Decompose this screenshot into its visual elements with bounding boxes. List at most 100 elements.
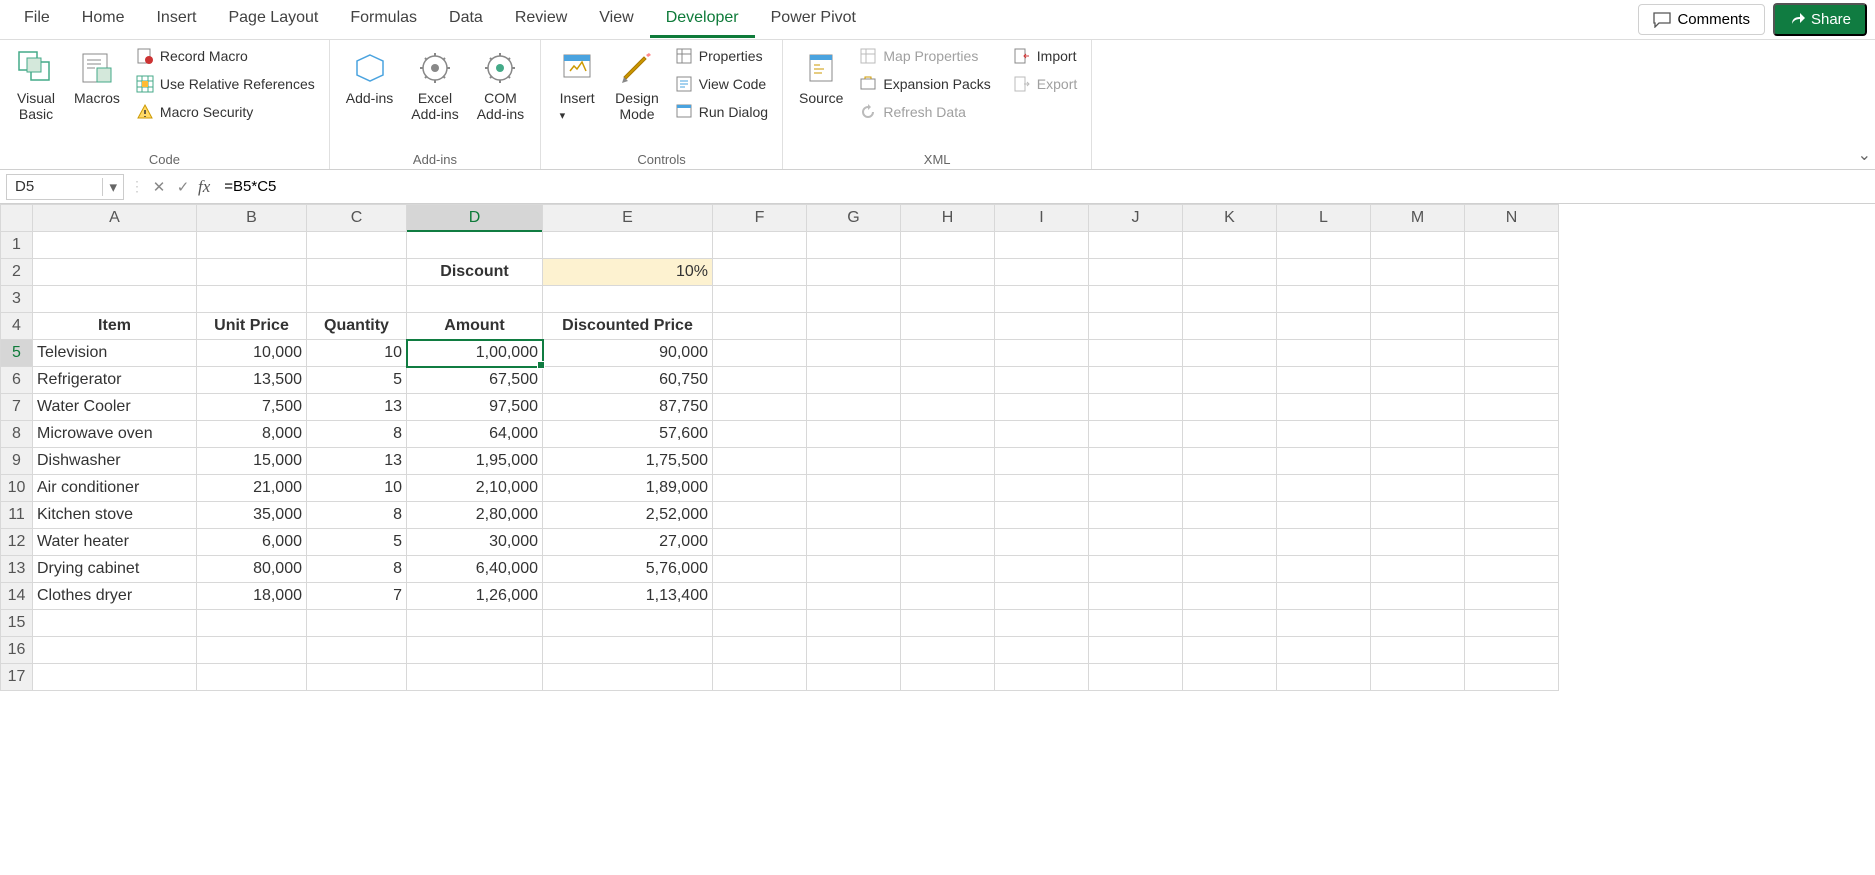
cell-K[interactable] <box>1183 664 1277 691</box>
cell-G4[interactable] <box>807 313 901 340</box>
cell-A[interactable] <box>33 232 197 259</box>
cell-L[interactable] <box>1277 664 1371 691</box>
cell-amount[interactable]: 2,80,000 <box>407 502 543 529</box>
cell-item[interactable]: Drying cabinet <box>33 556 197 583</box>
col-header-G[interactable]: G <box>807 205 901 232</box>
row-header-8[interactable]: 8 <box>1 421 33 448</box>
col-header-E[interactable]: E <box>543 205 713 232</box>
cell-N[interactable] <box>1465 232 1559 259</box>
cell-unit-price[interactable]: 35,000 <box>197 502 307 529</box>
cell-F[interactable] <box>713 664 807 691</box>
cell-F6[interactable] <box>713 367 807 394</box>
cell-G14[interactable] <box>807 583 901 610</box>
cell-G12[interactable] <box>807 529 901 556</box>
cell-F7[interactable] <box>713 394 807 421</box>
addins-button[interactable]: Add-ins <box>338 44 401 110</box>
cell-item[interactable]: Air conditioner <box>33 475 197 502</box>
cell-K11[interactable] <box>1183 502 1277 529</box>
cell-L11[interactable] <box>1277 502 1371 529</box>
menu-review[interactable]: Review <box>499 1 583 38</box>
cell-F13[interactable] <box>713 556 807 583</box>
cell-M[interactable] <box>1371 610 1465 637</box>
cell-L5[interactable] <box>1277 340 1371 367</box>
cell-A[interactable] <box>33 637 197 664</box>
cell-H13[interactable] <box>901 556 995 583</box>
cell-L[interactable] <box>1277 610 1371 637</box>
cell-G13[interactable] <box>807 556 901 583</box>
table-header-quantity[interactable]: Quantity <box>307 313 407 340</box>
cell-C[interactable] <box>307 286 407 313</box>
comments-button[interactable]: Comments <box>1638 4 1765 35</box>
col-header-J[interactable]: J <box>1089 205 1183 232</box>
cell-F10[interactable] <box>713 475 807 502</box>
cell-discounted-price[interactable]: 27,000 <box>543 529 713 556</box>
row-header-2[interactable]: 2 <box>1 259 33 286</box>
row-header-10[interactable]: 10 <box>1 475 33 502</box>
cell-I6[interactable] <box>995 367 1089 394</box>
cell-J13[interactable] <box>1089 556 1183 583</box>
cell-unit-price[interactable]: 13,500 <box>197 367 307 394</box>
cell-J9[interactable] <box>1089 448 1183 475</box>
cell-amount[interactable]: 30,000 <box>407 529 543 556</box>
cell-M6[interactable] <box>1371 367 1465 394</box>
cell-quantity[interactable]: 5 <box>307 367 407 394</box>
cell-N14[interactable] <box>1465 583 1559 610</box>
view-code-button[interactable]: View Code <box>669 72 774 96</box>
cell-C[interactable] <box>307 637 407 664</box>
cell-N13[interactable] <box>1465 556 1559 583</box>
cell-M7[interactable] <box>1371 394 1465 421</box>
cell-H[interactable] <box>901 286 995 313</box>
cell-F[interactable] <box>713 286 807 313</box>
cell-discounted-price[interactable]: 87,750 <box>543 394 713 421</box>
cell-L9[interactable] <box>1277 448 1371 475</box>
row-header-11[interactable]: 11 <box>1 502 33 529</box>
cell-I2[interactable] <box>995 259 1089 286</box>
cell-M10[interactable] <box>1371 475 1465 502</box>
cell-quantity[interactable]: 13 <box>307 448 407 475</box>
cell-F12[interactable] <box>713 529 807 556</box>
cell-N11[interactable] <box>1465 502 1559 529</box>
menu-developer[interactable]: Developer <box>650 1 755 38</box>
cell-I[interactable] <box>995 664 1089 691</box>
cell-D[interactable] <box>407 637 543 664</box>
cell-G2[interactable] <box>807 259 901 286</box>
cell-A[interactable] <box>33 664 197 691</box>
cell-H[interactable] <box>901 637 995 664</box>
row-header-1[interactable]: 1 <box>1 232 33 259</box>
spreadsheet-grid[interactable]: ABCDEFGHIJKLMN12Discount10%34ItemUnit Pr… <box>0 204 1875 691</box>
cell-B[interactable] <box>197 664 307 691</box>
menu-insert[interactable]: Insert <box>140 1 212 38</box>
row-header-13[interactable]: 13 <box>1 556 33 583</box>
cell-L[interactable] <box>1277 232 1371 259</box>
cell-H14[interactable] <box>901 583 995 610</box>
name-box[interactable]: D5 ▾ <box>6 174 124 200</box>
fx-icon[interactable]: fx <box>198 177 210 197</box>
cell-K5[interactable] <box>1183 340 1277 367</box>
row-header-14[interactable]: 14 <box>1 583 33 610</box>
select-all-cell[interactable] <box>1 205 33 232</box>
cell-E[interactable] <box>543 286 713 313</box>
col-header-A[interactable]: A <box>33 205 197 232</box>
cell-N5[interactable] <box>1465 340 1559 367</box>
cell-J[interactable] <box>1089 286 1183 313</box>
cell-item[interactable]: Water Cooler <box>33 394 197 421</box>
cell-L8[interactable] <box>1277 421 1371 448</box>
cell-discounted-price[interactable]: 5,76,000 <box>543 556 713 583</box>
cell-unit-price[interactable]: 18,000 <box>197 583 307 610</box>
cell-L14[interactable] <box>1277 583 1371 610</box>
cell-quantity[interactable]: 13 <box>307 394 407 421</box>
cell-F14[interactable] <box>713 583 807 610</box>
cell-I7[interactable] <box>995 394 1089 421</box>
cell-F4[interactable] <box>713 313 807 340</box>
menu-home[interactable]: Home <box>66 1 141 38</box>
cell-M[interactable] <box>1371 664 1465 691</box>
cell-quantity[interactable]: 8 <box>307 502 407 529</box>
cell-J[interactable] <box>1089 610 1183 637</box>
cell-I[interactable] <box>995 286 1089 313</box>
cell-B[interactable] <box>197 610 307 637</box>
cell-H[interactable] <box>901 610 995 637</box>
com-addins-button[interactable]: COMAdd-ins <box>469 44 532 126</box>
macros-button[interactable]: Macros <box>66 44 128 110</box>
cell-J[interactable] <box>1089 637 1183 664</box>
cell-E2-discount-value[interactable]: 10% <box>543 259 713 286</box>
